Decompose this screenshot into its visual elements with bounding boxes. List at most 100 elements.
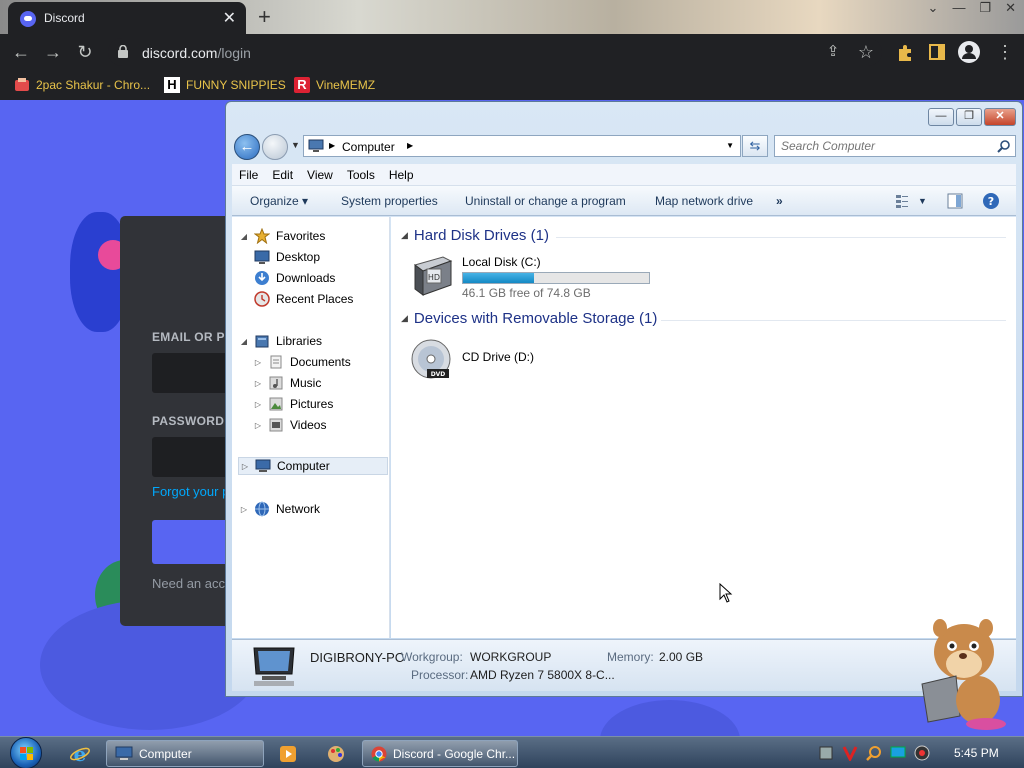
restore-button[interactable]: ❐ [979,0,991,20]
organize-button[interactable]: Organize ▾ [250,194,308,208]
system-properties-button[interactable]: System properties [341,194,438,208]
nav-documents[interactable]: ▷ Documents [254,353,351,371]
expand-icon[interactable]: ▷ [240,505,248,514]
help-icon[interactable]: ? [982,192,1000,210]
breadcrumb-computer[interactable]: Computer [342,140,395,154]
memory-value: 2.00 GB [659,650,704,664]
uninstall-program-button[interactable]: Uninstall or change a program [465,194,626,208]
minimize-button[interactable]: — [952,0,965,20]
collapse-group-icon[interactable]: ◢ [401,230,408,241]
bookmark-star-icon[interactable]: ☆ [855,41,877,63]
nav-network[interactable]: ▷ Network [240,500,320,518]
internet-explorer-pinned[interactable]: e [58,740,102,767]
nav-favorites[interactable]: ◢ Favorites [240,227,325,245]
breadcrumb-arrow-icon[interactable]: ▶ [407,141,413,150]
menu-file[interactable]: File [232,164,265,186]
nav-videos[interactable]: ▷ Videos [254,416,327,434]
collapse-group-icon[interactable]: ◢ [401,313,408,324]
menu-edit[interactable]: Edit [265,164,300,186]
menu-help[interactable]: Help [382,164,421,186]
collapse-icon[interactable]: ◢ [240,337,248,346]
explorer-address-bar[interactable]: ▶ Computer ▶ ▼ [303,135,741,157]
search-tray-icon[interactable] [866,745,882,761]
chrome-menu-icon[interactable]: ⋮ [994,41,1016,63]
url-text: discord.com/login [142,45,251,61]
breadcrumb-arrow-icon[interactable]: ▶ [329,141,335,150]
new-tab-button[interactable]: + [258,4,271,30]
bookmark-vinememz[interactable]: R VineMEMZ [294,76,375,94]
music-icon [269,376,283,390]
forward-icon[interactable]: → [42,41,64,63]
nav-computer[interactable]: ▷ Computer [238,457,388,475]
chrome-icon [371,746,387,762]
nav-libraries[interactable]: ◢ Libraries [240,332,322,350]
navigation-pane: ◢ Favorites Desktop Downloads Recent Pla… [232,217,390,638]
change-view-icon[interactable] [894,192,912,210]
share-icon[interactable]: ⇪ [822,41,844,63]
explorer-close-button[interactable]: ✕ [984,108,1016,126]
back-icon[interactable]: ← [10,41,32,63]
back-button[interactable]: ← [234,134,260,160]
expand-icon[interactable]: ▷ [254,400,262,409]
bookmarks-bar: 2pac Shakur - Chro... H FUNNY SNIPPIES R… [0,70,1024,100]
side-panel-icon[interactable] [929,44,945,60]
address-bar[interactable]: discord.com/login [108,38,882,66]
recent-pages-dropdown-icon[interactable]: ▼ [291,140,300,150]
windows-logo-icon [20,747,33,760]
extensions-puzzle-icon[interactable] [896,44,914,62]
paint-pinned[interactable] [314,740,358,767]
bookmark-funny-snippies[interactable]: H FUNNY SNIPPIES [164,76,286,94]
refresh-icon[interactable]: ⇆ [742,135,768,157]
nav-downloads[interactable]: Downloads [254,269,335,287]
local-disk-item[interactable]: HD Local Disk (C:) 46.1 GB free of 74.8 … [405,251,665,301]
start-button[interactable] [10,737,42,768]
group-divider [661,320,1006,321]
taskbar-clock[interactable]: 5:45 PM [954,746,999,760]
profile-avatar-icon[interactable] [958,41,980,63]
bookmark-2pac[interactable]: 2pac Shakur - Chro... [14,76,150,94]
search-icon[interactable] [997,139,1011,153]
nav-recent-places[interactable]: Recent Places [254,290,353,308]
browser-tab-strip: Discord ✕ + ⌄ — ❐ ✕ [0,0,1024,34]
nav-pictures[interactable]: ▷ Pictures [254,395,333,413]
expand-icon[interactable]: ▷ [254,358,262,367]
close-button[interactable]: ✕ [1005,0,1016,20]
forward-button[interactable] [262,134,288,160]
explorer-minimize-button[interactable]: — [928,108,954,126]
cd-drive-item[interactable]: DVD CD Drive (D:) [405,335,605,385]
reload-icon[interactable]: ↻ [74,41,96,63]
tray-app-icon[interactable] [818,745,834,761]
taskbar-chrome-button[interactable]: Discord - Google Chr... [362,740,518,767]
tab-discord[interactable]: Discord ✕ [8,2,246,34]
display-icon[interactable] [890,745,906,761]
expand-icon[interactable]: ▷ [254,379,262,388]
explorer-command-bar: Organize ▾ System properties Uninstall o… [232,186,1016,216]
expand-icon[interactable]: ▷ [241,462,249,471]
address-dropdown-icon[interactable]: ▼ [726,141,734,150]
media-player-pinned[interactable] [266,740,310,767]
search-box[interactable] [774,135,1016,157]
antivirus-v-icon[interactable] [842,745,858,761]
nav-desktop[interactable]: Desktop [254,248,320,266]
forgot-password-link[interactable]: Forgot your p [152,484,229,499]
group-header-hard-disk[interactable]: ◢ Hard Disk Drives (1) [401,227,549,244]
preview-pane-icon[interactable] [946,192,964,210]
nav-music[interactable]: ▷ Music [254,374,321,392]
view-dropdown-icon[interactable]: ▼ [918,196,927,206]
taskbar-computer-button[interactable]: Computer [106,740,264,767]
map-network-drive-button[interactable]: Map network drive [655,194,753,208]
browser-window-controls: ⌄ — ❐ ✕ [928,0,1016,20]
tab-close-icon[interactable]: ✕ [223,8,236,28]
group-header-removable[interactable]: ◢ Devices with Removable Storage (1) [401,310,657,327]
collapse-icon[interactable]: ◢ [240,232,248,241]
expand-icon[interactable]: ▷ [254,421,262,430]
menu-view[interactable]: View [300,164,340,186]
menu-tools[interactable]: Tools [340,164,382,186]
computer-icon [115,746,133,760]
svg-text:HD: HD [428,273,440,282]
record-icon[interactable] [914,745,930,761]
explorer-maximize-button[interactable]: ❐ [956,108,982,126]
more-commands-button[interactable]: » [776,194,783,208]
tab-search-icon[interactable]: ⌄ [928,0,939,20]
search-input[interactable] [775,136,993,156]
